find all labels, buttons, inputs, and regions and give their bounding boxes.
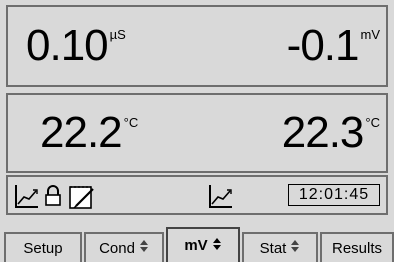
measurement-panel-top: 0.10 µS -0.1 mV: [6, 5, 388, 87]
temperature-left-value: 22.2: [40, 108, 123, 157]
conductivity-reading: 0.10 µS: [26, 7, 126, 85]
temperature-panel: 22.2 °C 22.3 °C: [6, 93, 388, 173]
temperature-right-unit: °C: [365, 115, 380, 130]
temperature-left-unit: °C: [123, 115, 139, 130]
conductivity-value: 0.10: [26, 21, 109, 70]
temperature-right-reading: 22.3 °C: [282, 95, 380, 171]
mv-value: -0.1: [286, 21, 360, 70]
tab-cond-label: Cond: [99, 239, 135, 257]
tab-bar: Setup Cond mV Stat Results: [0, 227, 394, 262]
mv-reading: -0.1 mV: [287, 7, 380, 85]
updown-icon: [139, 239, 149, 257]
tab-mv-label: mV: [184, 237, 208, 254]
tab-results-label: Results: [331, 239, 383, 257]
tab-setup-label: Setup: [23, 239, 63, 257]
temperature-left-reading: 22.2 °C: [40, 95, 138, 171]
tab-stat-label: Stat: [259, 239, 287, 257]
temperature-right-value: 22.3: [281, 108, 365, 157]
clock-display: 12:01:45: [288, 184, 380, 206]
tab-mv[interactable]: mV: [166, 227, 240, 262]
chart-icon[interactable]: [208, 183, 234, 214]
updown-icon: [212, 237, 222, 255]
chart-icon[interactable]: [14, 183, 40, 214]
updown-icon: [290, 239, 300, 257]
mv-unit: mV: [360, 27, 381, 42]
notepad-icon[interactable]: [68, 183, 96, 216]
tab-results[interactable]: Results: [320, 232, 394, 262]
lock-icon: [44, 185, 62, 212]
tab-cond[interactable]: Cond: [84, 232, 164, 262]
status-bar: 12:01:45: [6, 175, 388, 215]
tab-stat[interactable]: Stat: [242, 232, 318, 262]
tab-setup[interactable]: Setup: [4, 232, 82, 262]
conductivity-unit: µS: [109, 27, 126, 42]
